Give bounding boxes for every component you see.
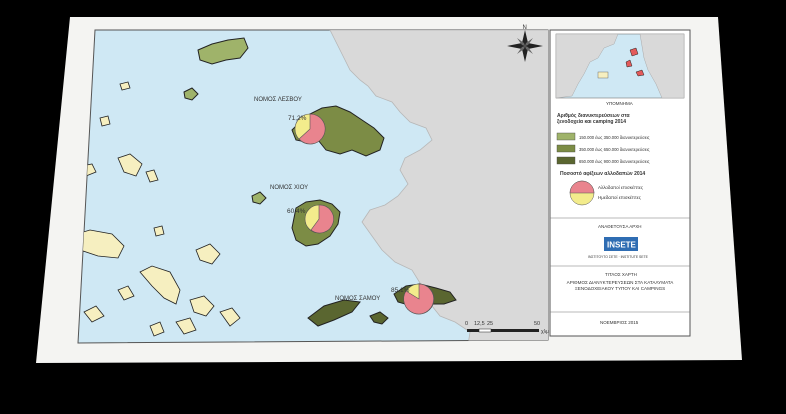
label-nomos-samos: ΝΟΜΟΣ ΣΑΜΟΥ	[335, 296, 380, 302]
legend-class-1: 150.000 έως 350.000 διανυκτερεύσεις	[579, 135, 650, 140]
legend-title-nights-line2: ξενοδοχεία και camping 2014	[557, 119, 626, 125]
insete-logo-text: INSETE	[607, 241, 637, 250]
map-title: ΑΡΙΘΜΟΣ ΔΙΑΝΥΚΤΕΡΕΥΣΕΩΝ ΣΤΑ ΚΑΤΑΛΥΜΑΤΑ Ξ…	[566, 280, 674, 291]
pct-chios: 60,4%	[287, 208, 306, 215]
legend-title-nights: Αριθμός διανυκτερεύσεων στα ξενοδοχεία κ…	[557, 113, 631, 125]
inset-caption: ΥΠΟΜΝΗΜΑ	[606, 101, 633, 106]
pct-lesvos: 71,2%	[288, 115, 307, 122]
legend-pie-domestic: Ημεδαποί επισκέπτες	[598, 194, 642, 200]
insete-logo-sub: ΙΝΣΤΙΤΟΥΤΟ ΣΕΤΕ · INSTITUTE SETE	[588, 255, 649, 259]
pct-samos: 85,1%	[391, 287, 410, 294]
scale-unit: χλμ	[541, 329, 549, 335]
legend-title-pct: Ποσοστό αφίξεων αλλοδαπών 2014	[560, 171, 645, 177]
scale-tick-3: 50	[534, 321, 540, 327]
legend-swatch-1	[556, 132, 576, 141]
legend-swatch-3	[556, 156, 576, 165]
scale-tick-2: 25	[487, 321, 493, 327]
map-frame: ΝΟΜΟΣ ΛΕΣΒΟΥ ΝΟΜΟΣ ΧΙΟΥ ΝΟΜΟΣ ΣΑΜΟΥ 71,2…	[77, 25, 549, 344]
inset-map	[555, 33, 685, 99]
scale-tick-1: 12,5	[474, 321, 485, 327]
map-title-box: ΑΡΙΘΜΟΣ ΔΙΑΝΥΚΤΕΡΕΥΣΕΩΝ ΣΤΑ ΚΑΤΑΛΥΜΑΤΑ Ξ…	[566, 280, 674, 291]
label-nomos-lesvos: ΝΟΜΟΣ ΛΕΣΒΟΥ	[254, 97, 302, 103]
map-title-caption: ΤΙΤΛΟΣ ΧΑΡΤΗ	[605, 272, 637, 277]
map-date: ΝΟΕΜΒΡΙΟΣ 2015	[600, 320, 639, 325]
authority-caption: ΑΝΑΘΕΤΟΥΣΑ ΑΡΧΗ	[598, 224, 641, 229]
legend-pie-foreign: Αλλοδαποί επισκέπτες	[598, 184, 644, 190]
legend-class-2: 350.000 έως 650.000 διανυκτερεύσεις	[579, 147, 650, 152]
legend-class-3: 650.000 έως 900.000 διανυκτερεύσεις	[579, 159, 650, 164]
legend-swatch-2	[556, 144, 576, 153]
compass-north-label: N	[523, 25, 527, 31]
map-figure: ΝΟΜΟΣ ΛΕΣΒΟΥ ΝΟΜΟΣ ΧΙΟΥ ΝΟΜΟΣ ΣΑΜΟΥ 71,2…	[36, 17, 742, 363]
label-nomos-chios: ΝΟΜΟΣ ΧΙΟΥ	[270, 185, 308, 191]
legend-pie	[569, 180, 595, 206]
scale-tick-0: 0	[465, 321, 468, 327]
insete-logo: INSETE	[604, 237, 638, 251]
map-sheet: ΝΟΜΟΣ ΛΕΣΒΟΥ ΝΟΜΟΣ ΧΙΟΥ ΝΟΜΟΣ ΣΑΜΟΥ 71,2…	[0, 0, 786, 414]
legend-panel: ΥΠΟΜΝΗΜΑ Αριθμός διανυκτερεύσεων στα ξεν…	[549, 29, 691, 337]
